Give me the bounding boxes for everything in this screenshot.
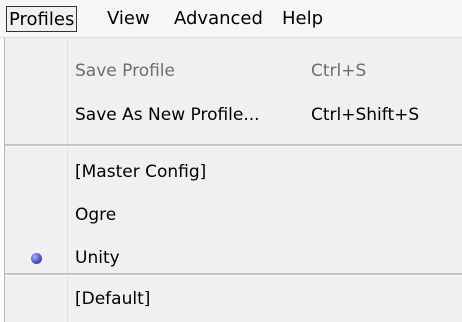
radio-selected-icon [31,253,42,264]
menu-view[interactable]: View [107,6,150,32]
save-profile-shortcut: Ctrl+S [311,61,367,81]
menu-bar: Profiles View Advanced Help [0,0,462,38]
ogre-label: Ogre [75,205,117,225]
save-profile-label: Save Profile [75,61,175,81]
menu-item-save-as-new-profile[interactable]: Save As New Profile... Ctrl+Shift+S [5,94,462,136]
save-as-new-profile-shortcut: Ctrl+Shift+S [311,105,420,125]
default-label: [Default] [75,289,151,309]
profiles-dropdown-menu: Save Profile Ctrl+S Save As New Profile.… [4,38,462,322]
menu-separator [5,144,462,147]
menu-help[interactable]: Help [282,6,323,32]
menu-item-save-profile[interactable]: Save Profile Ctrl+S [5,50,462,92]
save-as-new-profile-label: Save As New Profile... [75,105,260,125]
menu-separator [5,273,462,276]
menu-item-master-config[interactable]: [Master Config] [5,151,462,193]
master-config-label: [Master Config] [75,162,207,182]
menu-item-ogre[interactable]: Ogre [5,194,462,236]
menu-item-default[interactable]: [Default] [5,278,462,320]
menu-advanced[interactable]: Advanced [174,6,263,32]
menu-profiles[interactable]: Profiles [6,6,78,32]
